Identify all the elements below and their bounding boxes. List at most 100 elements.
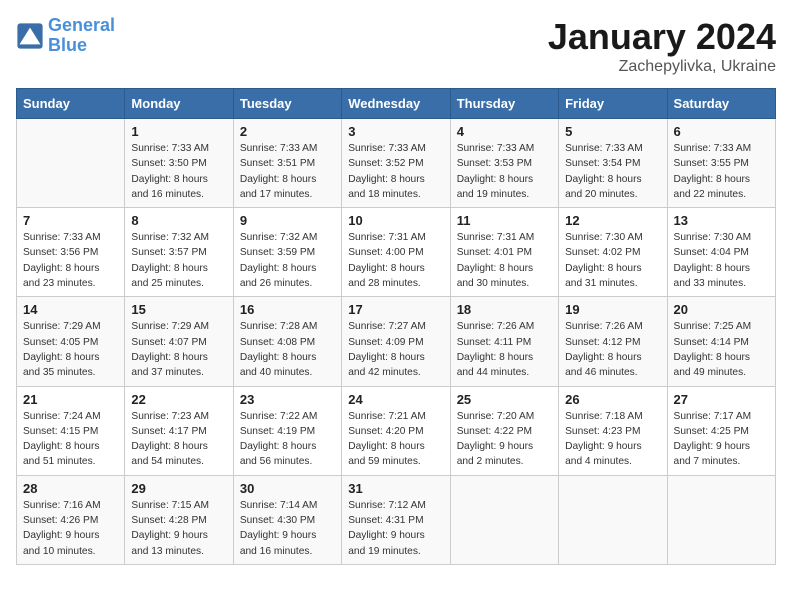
day-number: 27 [674, 392, 769, 407]
day-number: 11 [457, 213, 552, 228]
day-number: 3 [348, 124, 443, 139]
day-cell: 20Sunrise: 7:25 AM Sunset: 4:14 PM Dayli… [667, 297, 775, 386]
day-info: Sunrise: 7:21 AM Sunset: 4:20 PM Dayligh… [348, 409, 443, 470]
col-header-friday: Friday [559, 89, 667, 119]
day-info: Sunrise: 7:33 AM Sunset: 3:51 PM Dayligh… [240, 141, 335, 202]
col-header-monday: Monday [125, 89, 233, 119]
day-cell: 29 Sunrise: 7:15 AM Sunset: 4:28 PM Dayli… [125, 475, 233, 564]
day-number: 8 [131, 213, 226, 228]
day-info: Sunrise: 7:31 AM Sunset: 4:00 PM Dayligh… [348, 230, 443, 291]
day-cell: 8 Sunrise: 7:32 AM Sunset: 3:57 PM Daylig… [125, 208, 233, 297]
day-cell: 6 Sunrise: 7:33 AM Sunset: 3:55 PM Daylig… [667, 119, 775, 208]
day-number: 25 [457, 392, 552, 407]
day-cell: 12 Sunrise: 7:30 AM Sunset: 4:02 PM Dayli… [559, 208, 667, 297]
day-cell [667, 475, 775, 564]
location: Zachepylivka, Ukraine [548, 58, 776, 76]
week-row-1: 1Sunrise: 7:33 AM Sunset: 3:50 PM Daylig… [17, 119, 776, 208]
day-number: 14 [23, 302, 118, 317]
day-number: 17 [348, 302, 443, 317]
day-cell [450, 475, 558, 564]
day-cell: 24 Sunrise: 7:21 AM Sunset: 4:20 PM Dayli… [342, 386, 450, 475]
day-cell: 10 Sunrise: 7:31 AM Sunset: 4:00 PM Dayli… [342, 208, 450, 297]
day-info: Sunrise: 7:12 AM Sunset: 4:31 PM Dayligh… [348, 498, 443, 559]
week-row-4: 21 Sunrise: 7:24 AM Sunset: 4:15 PM Dayli… [17, 386, 776, 475]
day-info: Sunrise: 7:16 AM Sunset: 4:26 PM Dayligh… [23, 498, 118, 559]
logo: General Blue [16, 16, 115, 56]
day-info: Sunrise: 7:27 AM Sunset: 4:09 PM Dayligh… [348, 319, 443, 380]
day-number: 1 [131, 124, 226, 139]
col-header-thursday: Thursday [450, 89, 558, 119]
day-info: Sunrise: 7:32 AM Sunset: 3:59 PM Dayligh… [240, 230, 335, 291]
day-info: Sunrise: 7:30 AM Sunset: 4:04 PM Dayligh… [674, 230, 769, 291]
day-cell: 26Sunrise: 7:18 AM Sunset: 4:23 PM Dayli… [559, 386, 667, 475]
header-row: SundayMondayTuesdayWednesdayThursdayFrid… [17, 89, 776, 119]
day-cell: 19Sunrise: 7:26 AM Sunset: 4:12 PM Dayli… [559, 297, 667, 386]
day-cell: 11 Sunrise: 7:31 AM Sunset: 4:01 PM Dayli… [450, 208, 558, 297]
logo-general: General [48, 15, 115, 35]
calendar-table: SundayMondayTuesdayWednesdayThursdayFrid… [16, 88, 776, 565]
day-info: Sunrise: 7:15 AM Sunset: 4:28 PM Dayligh… [131, 498, 226, 559]
day-cell [559, 475, 667, 564]
day-cell: 18 Sunrise: 7:26 AM Sunset: 4:11 PM Dayli… [450, 297, 558, 386]
day-number: 5 [565, 124, 660, 139]
day-number: 2 [240, 124, 335, 139]
day-number: 18 [457, 302, 552, 317]
col-header-tuesday: Tuesday [233, 89, 341, 119]
day-number: 12 [565, 213, 660, 228]
logo-icon [16, 22, 44, 50]
week-row-5: 28 Sunrise: 7:16 AM Sunset: 4:26 PM Dayli… [17, 475, 776, 564]
day-number: 24 [348, 392, 443, 407]
col-header-wednesday: Wednesday [342, 89, 450, 119]
day-number: 31 [348, 481, 443, 496]
day-info: Sunrise: 7:26 AM Sunset: 4:11 PM Dayligh… [457, 319, 552, 380]
day-number: 29 [131, 481, 226, 496]
month-title: January 2024 [548, 16, 776, 58]
day-info: Sunrise: 7:28 AM Sunset: 4:08 PM Dayligh… [240, 319, 335, 380]
day-cell: 27 Sunrise: 7:17 AM Sunset: 4:25 PM Dayli… [667, 386, 775, 475]
page-header: General Blue January 2024 Zachepylivka, … [16, 16, 776, 76]
day-info: Sunrise: 7:32 AM Sunset: 3:57 PM Dayligh… [131, 230, 226, 291]
col-header-sunday: Sunday [17, 89, 125, 119]
day-number: 16 [240, 302, 335, 317]
day-cell: 1Sunrise: 7:33 AM Sunset: 3:50 PM Daylig… [125, 119, 233, 208]
logo-blue: Blue [48, 36, 115, 56]
day-info: Sunrise: 7:33 AM Sunset: 3:53 PM Dayligh… [457, 141, 552, 202]
day-info: Sunrise: 7:22 AM Sunset: 4:19 PM Dayligh… [240, 409, 335, 470]
day-cell: 5 Sunrise: 7:33 AM Sunset: 3:54 PM Daylig… [559, 119, 667, 208]
day-info: Sunrise: 7:14 AM Sunset: 4:30 PM Dayligh… [240, 498, 335, 559]
day-cell: 2 Sunrise: 7:33 AM Sunset: 3:51 PM Daylig… [233, 119, 341, 208]
day-info: Sunrise: 7:30 AM Sunset: 4:02 PM Dayligh… [565, 230, 660, 291]
day-info: Sunrise: 7:33 AM Sunset: 3:52 PM Dayligh… [348, 141, 443, 202]
day-info: Sunrise: 7:25 AM Sunset: 4:14 PM Dayligh… [674, 319, 769, 380]
day-number: 26 [565, 392, 660, 407]
day-number: 13 [674, 213, 769, 228]
day-info: Sunrise: 7:23 AM Sunset: 4:17 PM Dayligh… [131, 409, 226, 470]
col-header-saturday: Saturday [667, 89, 775, 119]
day-number: 6 [674, 124, 769, 139]
logo-text: General Blue [48, 16, 115, 56]
day-number: 23 [240, 392, 335, 407]
day-info: Sunrise: 7:17 AM Sunset: 4:25 PM Dayligh… [674, 409, 769, 470]
title-block: January 2024 Zachepylivka, Ukraine [548, 16, 776, 76]
day-info: Sunrise: 7:20 AM Sunset: 4:22 PM Dayligh… [457, 409, 552, 470]
week-row-3: 14Sunrise: 7:29 AM Sunset: 4:05 PM Dayli… [17, 297, 776, 386]
day-info: Sunrise: 7:31 AM Sunset: 4:01 PM Dayligh… [457, 230, 552, 291]
day-cell: 3 Sunrise: 7:33 AM Sunset: 3:52 PM Daylig… [342, 119, 450, 208]
day-info: Sunrise: 7:26 AM Sunset: 4:12 PM Dayligh… [565, 319, 660, 380]
day-cell: 7 Sunrise: 7:33 AM Sunset: 3:56 PM Daylig… [17, 208, 125, 297]
day-info: Sunrise: 7:33 AM Sunset: 3:54 PM Dayligh… [565, 141, 660, 202]
day-cell: 22Sunrise: 7:23 AM Sunset: 4:17 PM Dayli… [125, 386, 233, 475]
day-info: Sunrise: 7:29 AM Sunset: 4:07 PM Dayligh… [131, 319, 226, 380]
day-info: Sunrise: 7:33 AM Sunset: 3:56 PM Dayligh… [23, 230, 118, 291]
day-info: Sunrise: 7:24 AM Sunset: 4:15 PM Dayligh… [23, 409, 118, 470]
week-row-2: 7 Sunrise: 7:33 AM Sunset: 3:56 PM Daylig… [17, 208, 776, 297]
day-cell: 21 Sunrise: 7:24 AM Sunset: 4:15 PM Dayli… [17, 386, 125, 475]
day-number: 21 [23, 392, 118, 407]
day-cell: 17 Sunrise: 7:27 AM Sunset: 4:09 PM Dayli… [342, 297, 450, 386]
day-number: 7 [23, 213, 118, 228]
day-cell: 14Sunrise: 7:29 AM Sunset: 4:05 PM Dayli… [17, 297, 125, 386]
day-number: 10 [348, 213, 443, 228]
day-number: 28 [23, 481, 118, 496]
day-cell: 31 Sunrise: 7:12 AM Sunset: 4:31 PM Dayli… [342, 475, 450, 564]
day-info: Sunrise: 7:33 AM Sunset: 3:55 PM Dayligh… [674, 141, 769, 202]
